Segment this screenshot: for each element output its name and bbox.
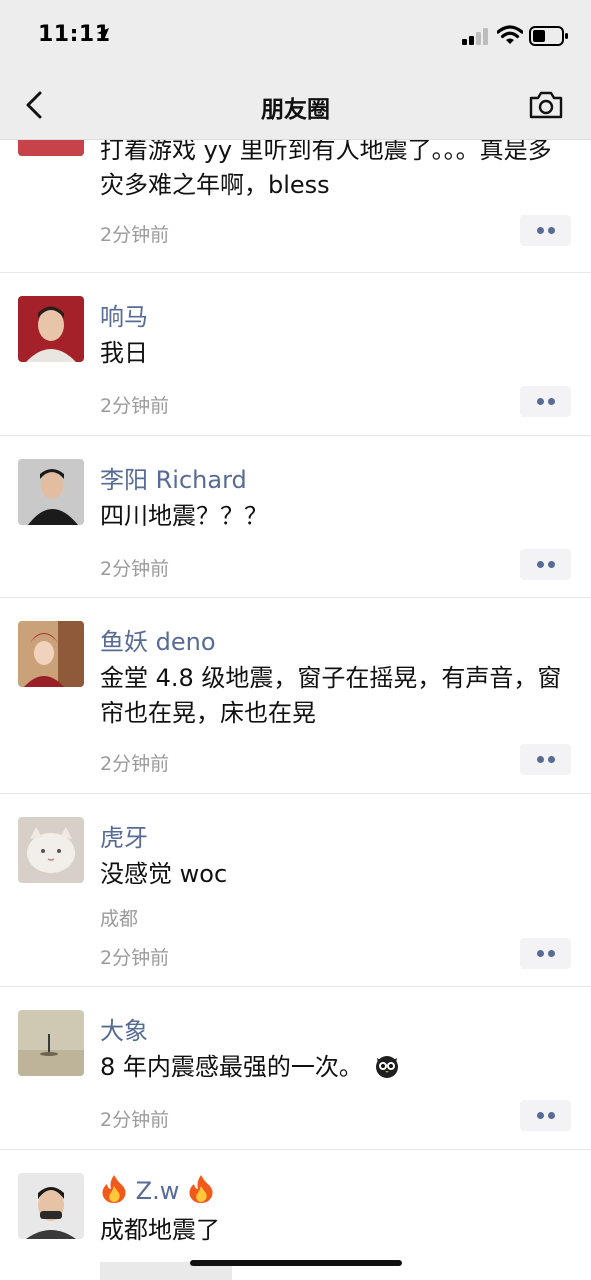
more-actions-button[interactable] [520, 1100, 571, 1131]
status-bar: 11:11 [0, 0, 591, 72]
battery-icon [529, 26, 568, 46]
home-indicator [190, 1260, 402, 1266]
post-content: 没感觉 woc [100, 860, 228, 888]
page-title: 朋友圈 [261, 97, 330, 123]
avatar[interactable] [18, 1010, 84, 1076]
more-actions-button[interactable] [520, 744, 571, 775]
post-content-text: 8 年内震感最强的一次。 [100, 1053, 363, 1081]
more-actions-button[interactable] [520, 215, 571, 246]
avatar[interactable] [18, 459, 84, 525]
post-time: 2分钟前 [100, 1109, 170, 1131]
author-name-text: Z.w [135, 1177, 180, 1205]
fire-emoji-icon [102, 1175, 126, 1203]
author-name[interactable]: 响马 [100, 297, 148, 332]
moments-feed[interactable]: 打着游戏 yy 里听到有人地震了。。。真是多灾多难之年啊，bless 2分钟前 … [0, 140, 591, 1280]
post-time: 2分钟前 [100, 558, 170, 580]
post-content: 8 年内震感最强的一次。 [100, 1050, 572, 1085]
avatar[interactable] [18, 140, 84, 156]
avatar[interactable] [18, 296, 84, 362]
more-actions-button[interactable] [520, 549, 571, 580]
post-content: 打着游戏 yy 里听到有人地震了。。。真是多灾多难之年啊，bless [100, 140, 552, 199]
post-content: 成都地震了 [100, 1216, 220, 1244]
camera-button[interactable] [528, 90, 564, 124]
avatar[interactable] [18, 1173, 84, 1239]
cellular-signal-icon [462, 28, 488, 45]
avatar[interactable] [18, 817, 84, 883]
feed-item: 大象 8 年内震感最强的一次。 2分钟前 [0, 987, 591, 1150]
feed-item: 响马 我日 2分钟前 [0, 273, 591, 436]
more-actions-button[interactable] [520, 938, 571, 969]
post-time: 2分钟前 [100, 753, 170, 775]
feed-item: 虎牙 没感觉 woc 成都 2分钟前 [0, 794, 591, 987]
post-content: 四川地震？？？ [100, 502, 268, 530]
navigation-bar: 朋友圈 [0, 72, 591, 140]
author-name[interactable]: 虎牙 [100, 818, 148, 853]
avatar[interactable] [18, 621, 84, 687]
author-name[interactable]: 大象 [100, 1011, 148, 1046]
more-actions-button[interactable] [520, 386, 571, 417]
post-content: 金堂 4.8 级地震，窗子在摇晃，有声音，窗帘也在晃，床也在晃 [100, 664, 562, 727]
wifi-icon [497, 25, 523, 44]
location-arrow-icon [97, 28, 109, 40]
fire-emoji-icon [189, 1175, 213, 1203]
feed-item: 李阳 Richard 四川地震？？？ 2分钟前 [0, 436, 591, 598]
author-name[interactable]: Z.w [100, 1174, 215, 1205]
post-time: 2分钟前 [100, 395, 170, 417]
author-name[interactable]: 鱼妖 deno [100, 622, 216, 657]
feed-item: 鱼妖 deno 金堂 4.8 级地震，窗子在摇晃，有声音，窗帘也在晃，床也在晃 … [0, 598, 591, 794]
feed-item: 打着游戏 yy 里听到有人地震了。。。真是多灾多难之年啊，bless 2分钟前 [0, 140, 591, 273]
post-content: 我日 [100, 339, 148, 367]
owl-emoji-icon [375, 1056, 398, 1078]
post-time: 2分钟前 [100, 947, 170, 969]
post-location[interactable]: 成都 [100, 904, 138, 931]
author-name[interactable]: 李阳 Richard [100, 460, 247, 495]
post-time: 2分钟前 [100, 224, 170, 246]
camera-icon [529, 91, 563, 119]
